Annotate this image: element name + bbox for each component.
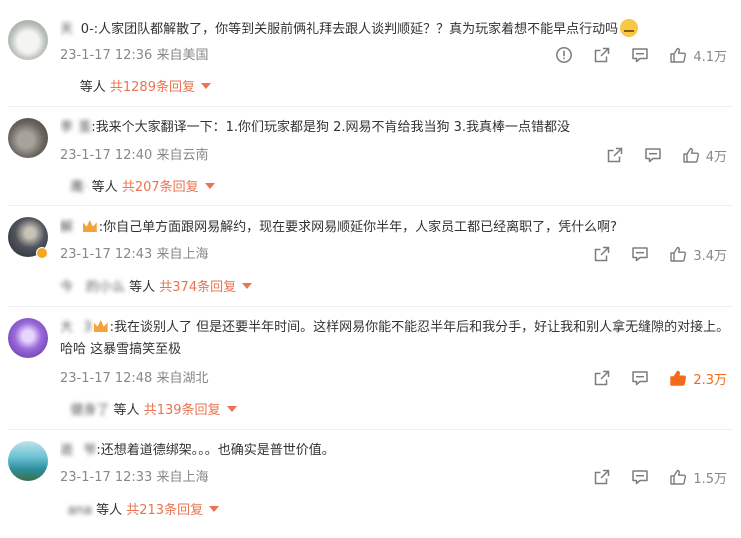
like-button[interactable]: 1.5万	[669, 468, 727, 487]
comment-meta: 23-1-17 12:40 来自云南	[60, 147, 209, 165]
like-count: 1.5万	[693, 471, 727, 487]
comment-icon[interactable]	[631, 468, 649, 486]
caret-down-icon[interactable]	[209, 506, 220, 512]
caret-down-icon[interactable]	[204, 183, 215, 189]
comment-text: :我来个大家翻译一下：1.你们玩家都是狗 2.网易不肯给我当狗 3.我真棒一点错…	[91, 120, 571, 135]
comment-text-line: 逝 爷:还想着道德绑架。。。也确实是普世价值。	[60, 440, 731, 462]
comment-location: 来自上海	[156, 470, 209, 485]
comment-text: :我在谈别人了 但是还要半年时间。这样网易你能不能忍半年后和我分手，好让我和别人…	[60, 320, 730, 357]
divider	[8, 205, 733, 206]
username[interactable]: 天	[60, 22, 81, 37]
comment-location: 来自上海	[156, 247, 209, 262]
share-icon[interactable]	[593, 245, 611, 263]
like-count: 2.3万	[693, 372, 727, 388]
reply-count[interactable]: 共374条回复	[159, 280, 236, 295]
reply-wait-label: 等人	[91, 180, 118, 195]
caret-down-icon[interactable]	[226, 406, 237, 412]
comment-actions: 4.1万	[535, 45, 727, 65]
comment-text: :还想着道德绑架。。。也确实是普世价值。	[96, 443, 335, 458]
comment-location: 来自湖北	[156, 371, 209, 386]
reply-summary[interactable]: 鹰· 等人 共207条回复	[60, 179, 215, 197]
reply-summary[interactable]: ana 等人 共213条回复	[60, 502, 220, 520]
comment-text: :人家团队都解散了，你等到关服前俩礼拜去跟人谈判顺延？？真为玩家着想不能早点行动…	[93, 22, 619, 37]
comment-actions: 2.3万	[573, 368, 727, 388]
comment-text: :你自己单方面跟网易解约，现在要求网易顺延你半年，人家员工都已经离职了，凭什么啊…	[98, 220, 618, 235]
username[interactable]: 大 3	[60, 320, 92, 335]
divider	[8, 106, 733, 107]
username[interactable]: 解	[60, 220, 81, 235]
comment-meta: 23-1-17 12:43 来自上海	[60, 246, 209, 264]
share-icon[interactable]	[593, 369, 611, 387]
crown-badge-icon	[82, 220, 97, 232]
avatar[interactable]	[8, 118, 48, 158]
like-icon	[669, 369, 687, 387]
like-button[interactable]: 2.3万	[669, 369, 727, 388]
reply-users[interactable]: ana	[60, 503, 92, 518]
share-icon[interactable]	[606, 146, 624, 164]
comment-time: 23-1-17 12:36	[60, 48, 153, 63]
reply-wait-label: 等人	[113, 403, 140, 418]
crown-badge-icon	[93, 320, 108, 332]
comment-icon[interactable]	[631, 369, 649, 387]
divider	[8, 429, 733, 430]
username[interactable]: 逝 爷	[60, 443, 96, 458]
caret-down-icon[interactable]	[200, 83, 211, 89]
reply-wait-label: 等人	[129, 280, 156, 295]
comment-actions: 3.4万	[573, 244, 727, 264]
like-icon	[669, 468, 687, 486]
comment-meta: 23-1-17 12:36 来自美国	[60, 47, 209, 65]
share-icon[interactable]	[593, 468, 611, 486]
reply-users[interactable]: 健身了	[60, 403, 109, 418]
divider	[8, 306, 733, 307]
like-button[interactable]: 3.4万	[669, 245, 727, 264]
reply-users[interactable]	[60, 80, 76, 95]
like-icon	[669, 46, 687, 64]
comment-location: 来自云南	[156, 148, 209, 163]
reply-count[interactable]: 共139条回复	[144, 403, 221, 418]
comment-meta: 23-1-17 12:48 来自湖北	[60, 370, 209, 388]
like-icon	[669, 245, 687, 263]
comment-text-line: 天 0-:人家团队都解散了，你等到关服前俩礼拜去跟人谈判顺延？？真为玩家着想不能…	[60, 19, 731, 41]
username-suffix[interactable]: 0-	[81, 22, 94, 37]
emoji-icon	[620, 19, 639, 37]
like-count: 3.4万	[693, 248, 727, 264]
comment-icon[interactable]	[631, 46, 649, 64]
share-icon[interactable]	[593, 46, 611, 64]
reply-count[interactable]: 共207条回复	[122, 180, 199, 195]
like-count: 4万	[705, 149, 727, 165]
avatar[interactable]	[8, 20, 48, 60]
verified-badge-icon	[36, 247, 48, 259]
reply-wait-label: 等人	[79, 80, 106, 95]
like-button[interactable]: 4万	[682, 146, 727, 165]
comment-time: 23-1-17 12:48	[60, 371, 153, 386]
comment-icon[interactable]	[644, 146, 662, 164]
comment-actions: 1.5万	[573, 467, 727, 487]
like-button[interactable]: 4.1万	[669, 46, 727, 65]
comment-meta: 23-1-17 12:33 来自上海	[60, 469, 209, 487]
comment-time: 23-1-17 12:43	[60, 247, 153, 262]
caret-down-icon[interactable]	[242, 283, 253, 289]
comment-actions: 4万	[586, 145, 727, 165]
avatar[interactable]	[8, 318, 48, 358]
avatar[interactable]	[8, 441, 48, 481]
reply-summary[interactable]: 等人 共1289条回复	[60, 79, 211, 97]
comment-text-line: 大 3:我在谈别人了 但是还要半年时间。这样网易你能不能忍半年后和我分手，好让我…	[60, 317, 731, 361]
comment-text-line: 解 :你自己单方面跟网易解约，现在要求网易顺延你半年，人家员工都已经离职了，凭什…	[60, 217, 731, 239]
like-count: 4.1万	[693, 49, 727, 65]
comment-time: 23-1-17 12:40	[60, 148, 153, 163]
reply-users[interactable]: 今 的小么	[60, 280, 125, 295]
reply-summary[interactable]: 健身了 等人 共139条回复	[60, 402, 237, 420]
like-icon	[682, 146, 700, 164]
reply-count[interactable]: 共1289条回复	[110, 80, 195, 95]
reply-wait-label: 等人	[96, 503, 123, 518]
reply-count[interactable]: 共213条回复	[126, 503, 203, 518]
comment-text-line: 李 茧:我来个大家翻译一下：1.你们玩家都是狗 2.网易不肯给我当狗 3.我真棒…	[60, 117, 731, 139]
reply-summary[interactable]: 今 的小么 等人 共374条回复	[60, 279, 253, 297]
comment-icon[interactable]	[631, 245, 649, 263]
report-icon[interactable]	[555, 46, 573, 64]
reply-users[interactable]: 鹰·	[60, 180, 87, 195]
username[interactable]: 李 茧	[60, 120, 91, 135]
comment-location: 来自美国	[156, 48, 209, 63]
comment-time: 23-1-17 12:33	[60, 470, 153, 485]
